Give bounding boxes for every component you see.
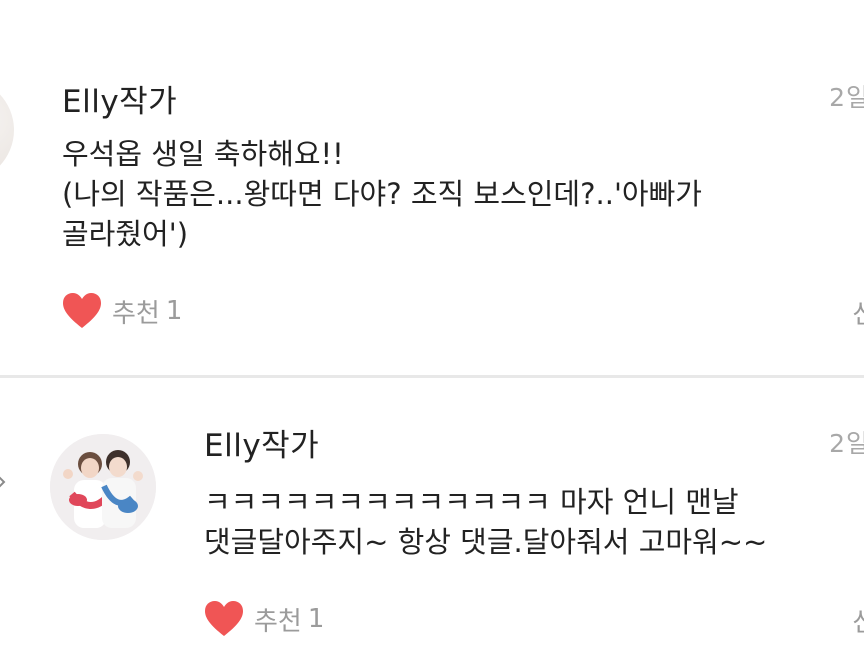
- heart-icon: [205, 601, 243, 636]
- comment-list: Elly작가 2일 우석옵 생일 축하해요!! (나의 작품은...왕따면 다야…: [0, 0, 864, 648]
- like-count: 1: [307, 604, 325, 634]
- heart-icon: [63, 293, 101, 328]
- comment-divider: [0, 375, 864, 378]
- like-label: 추천: [254, 606, 302, 637]
- like-button[interactable]: 추천 1: [204, 600, 324, 638]
- reply-arrow-icon: [0, 476, 6, 488]
- avatar[interactable]: [50, 434, 156, 540]
- like-label: 추천: [112, 298, 160, 329]
- like-button[interactable]: 추천 1: [62, 292, 182, 330]
- comment-text: ㅋㅋㅋㅋㅋㅋㅋㅋㅋㅋㅋㅋㅋ 마자 언니 맨날 댓글달아주지~ 항상 댓글.달아줘…: [204, 485, 768, 559]
- avatar-photo: [50, 434, 156, 540]
- comment-timestamp: 2일: [829, 429, 864, 458]
- comment-author[interactable]: Elly작가: [62, 76, 177, 121]
- report-link[interactable]: 신: [852, 602, 864, 639]
- avatar[interactable]: [0, 78, 14, 182]
- comment-timestamp: 2일: [829, 83, 864, 112]
- comment-author[interactable]: Elly작가: [204, 420, 319, 465]
- comment-text: 우석옵 생일 축하해요!! (나의 작품은...왕따면 다야? 조직 보스인데?…: [62, 137, 702, 251]
- report-link[interactable]: 신: [852, 294, 864, 331]
- like-count: 1: [165, 296, 183, 326]
